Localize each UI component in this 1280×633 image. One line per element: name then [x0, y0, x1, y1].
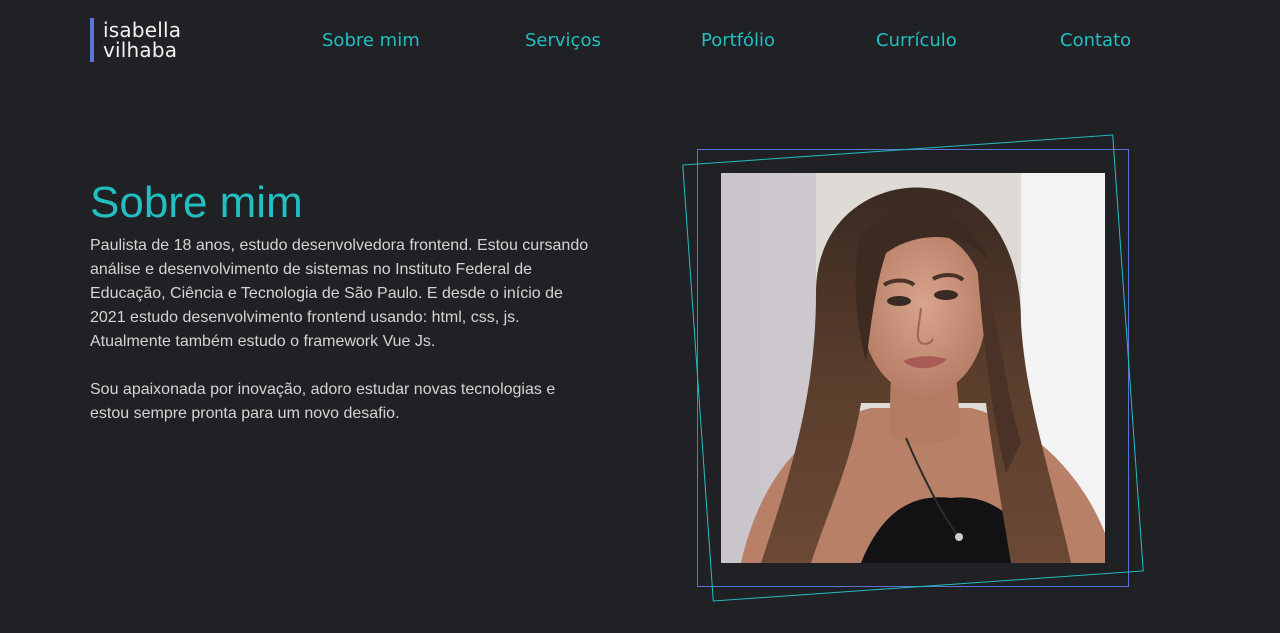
- about-paragraph-1: Paulista de 18 anos, estudo desenvolvedo…: [90, 237, 589, 350]
- main-nav: Sobre mim Serviços Portfólio Currículo C…: [0, 28, 1280, 54]
- nav-link-curriculo[interactable]: Currículo: [876, 28, 957, 54]
- profile-photo: [721, 173, 1105, 563]
- about-title: Sobre mim: [90, 178, 303, 227]
- about-text: Paulista de 18 anos, estudo desenvolvedo…: [90, 234, 595, 450]
- nav-link-servicos[interactable]: Serviços: [525, 28, 601, 54]
- nav-link-portfolio[interactable]: Portfólio: [701, 28, 775, 54]
- page: isabella vilhaba Sobre mim Serviços Port…: [0, 0, 1280, 633]
- nav-link-sobre-mim[interactable]: Sobre mim: [322, 28, 420, 54]
- profile-photo-illustration: [721, 173, 1105, 563]
- nav-link-contato[interactable]: Contato: [1060, 28, 1131, 54]
- about-paragraph-2: Sou apaixonada por inovação, adoro estud…: [90, 381, 556, 422]
